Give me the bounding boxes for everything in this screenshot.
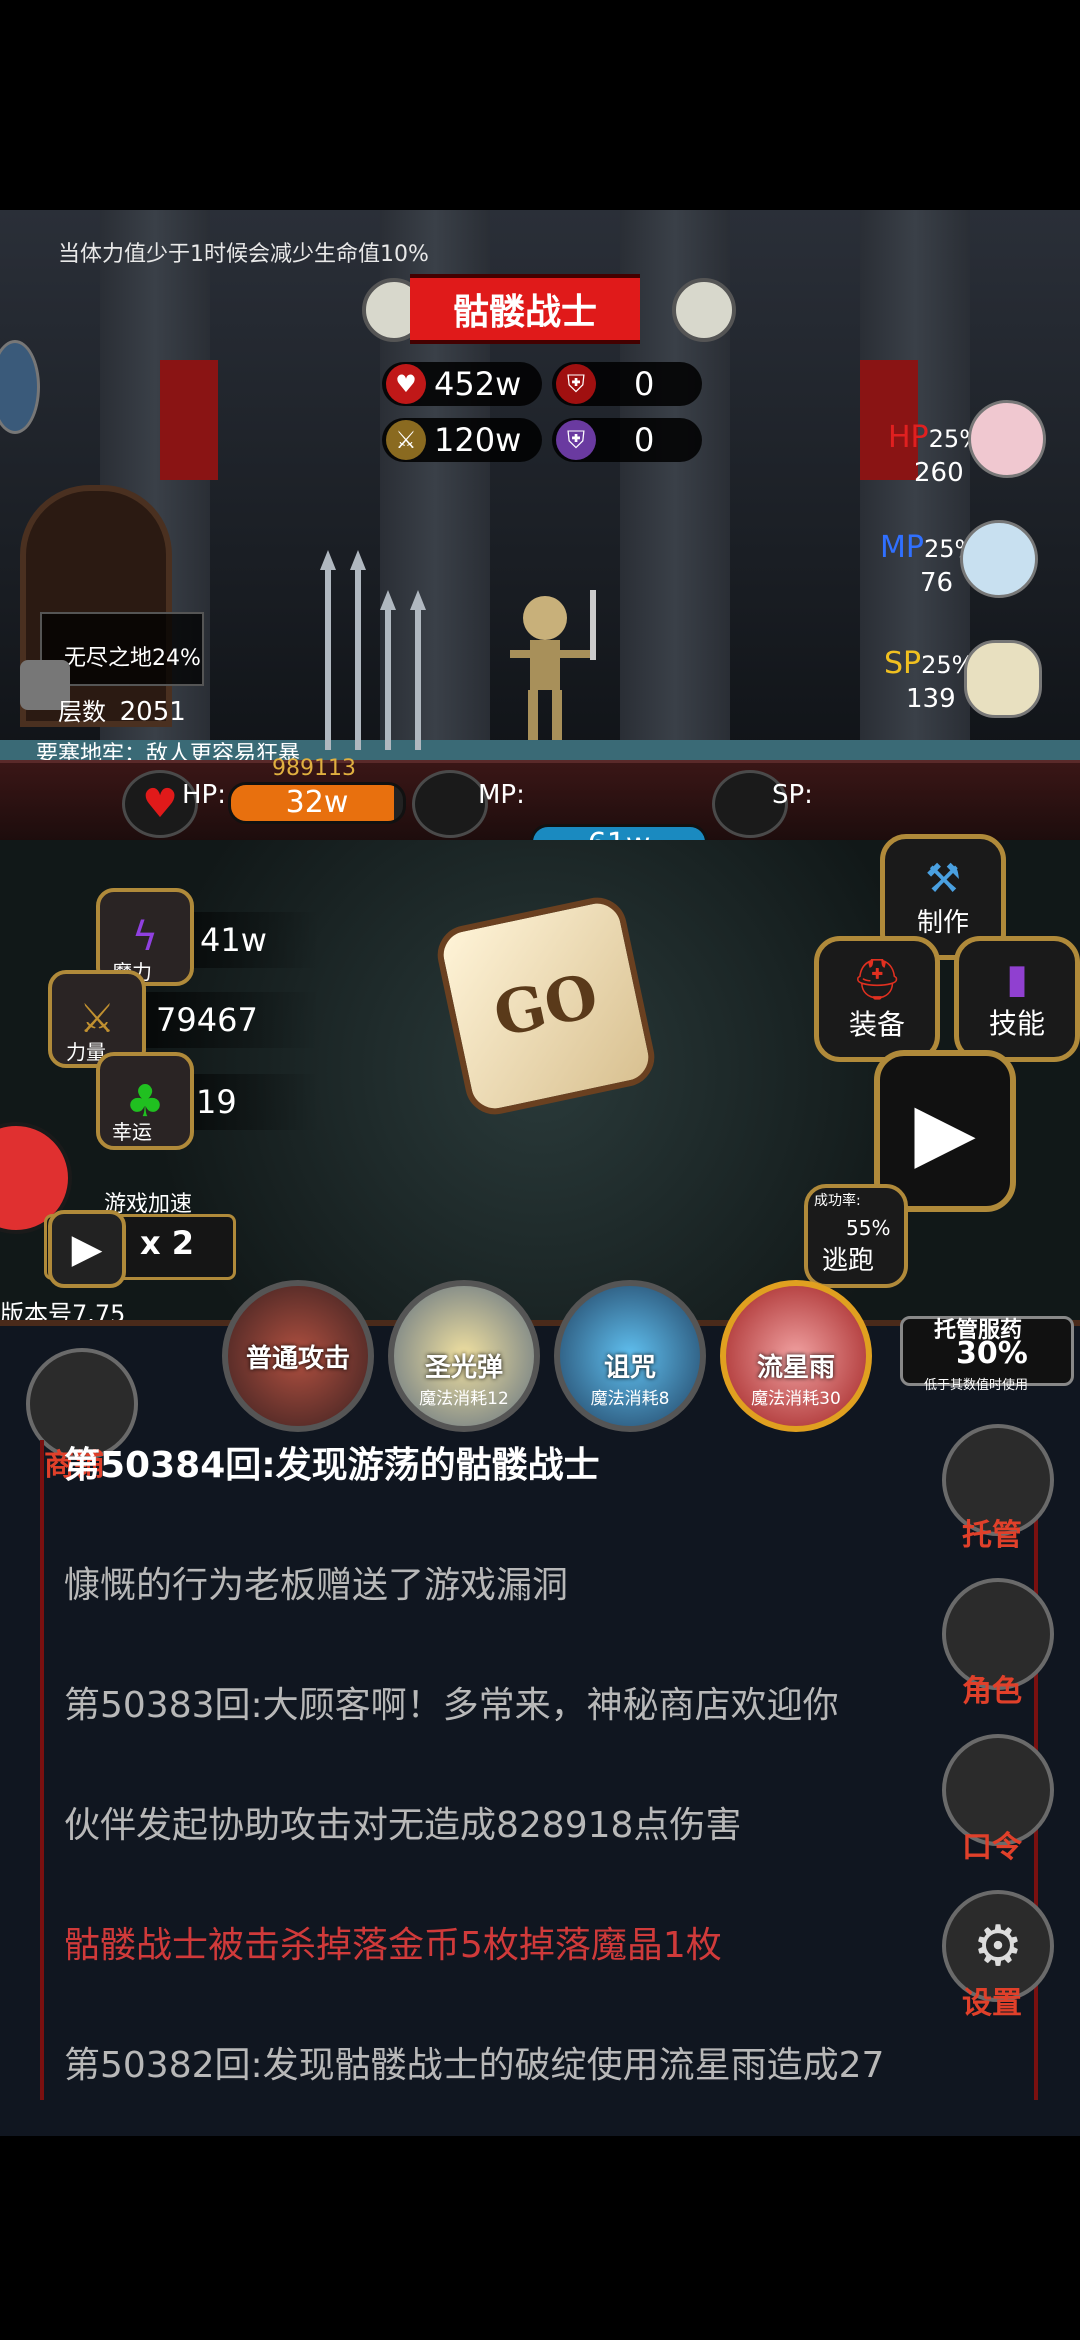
hp-potion-button[interactable] bbox=[968, 400, 1046, 478]
enemy-atk: ⚔ 120w bbox=[382, 418, 542, 462]
sp-label: SP: bbox=[772, 780, 813, 810]
speed-multiplier: x 2 bbox=[140, 1224, 195, 1262]
hp-potion-count: 260 bbox=[914, 458, 964, 488]
skill-normal-attack[interactable]: 普通攻击 bbox=[222, 1280, 374, 1432]
speed-play-icon: ▶ bbox=[48, 1210, 126, 1288]
sword-icon: ⚔ bbox=[386, 420, 426, 460]
floor-value: 2051 bbox=[119, 697, 186, 727]
hp-bar-value: 32w bbox=[285, 785, 349, 820]
skill-cost: 魔法消耗12 bbox=[419, 1389, 509, 1409]
skill-name: 诅咒 bbox=[603, 1353, 656, 1383]
sp-potion-count: 139 bbox=[906, 684, 956, 714]
equip-label: 装备 bbox=[848, 1007, 905, 1041]
hp-potion-label: HP bbox=[888, 420, 929, 455]
enemy-def: ⛨ 0 bbox=[552, 362, 702, 406]
log-line: 伙伴发起协助攻击对无造成828918点伤害 bbox=[64, 1805, 742, 1846]
zone-name: 无尽之地24% bbox=[64, 646, 201, 671]
spear-rack bbox=[320, 550, 426, 750]
skill-button[interactable]: ▮ 技能 bbox=[954, 936, 1080, 1062]
skill-meteor[interactable]: 流星雨 魔法消耗30 bbox=[720, 1280, 872, 1432]
skill-cost: 魔法消耗8 bbox=[590, 1389, 670, 1409]
play-icon: ▶ bbox=[914, 1084, 976, 1178]
sp-potion-info: SP25% 139 bbox=[884, 646, 974, 714]
skill-label: 技能 bbox=[988, 1007, 1045, 1040]
mp-potion-label: MP bbox=[880, 530, 924, 565]
mp-potion-button[interactable] bbox=[960, 520, 1038, 598]
skull-icon bbox=[672, 278, 736, 342]
luck-label: 幸运 bbox=[112, 1120, 152, 1144]
skill-holy-bolt[interactable]: 圣光弹 魔法消耗12 bbox=[388, 1280, 540, 1432]
skill-cost: 魔法消耗30 bbox=[751, 1389, 841, 1409]
skill-curse[interactable]: 诅咒 魔法消耗8 bbox=[554, 1280, 706, 1432]
anvil-icon: ⚒ bbox=[925, 855, 961, 902]
log-line: 第50382回:发现骷髅战士的破绽使用流星雨造成27 bbox=[64, 2045, 885, 2086]
craft-label: 制作 bbox=[916, 907, 969, 938]
sp-potion-label: SP bbox=[884, 646, 922, 681]
equip-button[interactable]: ⛑ 装备 bbox=[814, 936, 940, 1062]
enemy-hp-value: 452w bbox=[434, 365, 522, 403]
mp-potion-count: 76 bbox=[920, 568, 954, 598]
enemy-atk-value: 120w bbox=[434, 421, 522, 459]
code-label: 口令 bbox=[962, 1830, 1022, 1865]
auto-potion-note: 低于其数值时使用 bbox=[924, 1378, 1029, 1393]
shield-icon: ⛨ bbox=[556, 364, 596, 404]
floor-label: 层数 bbox=[58, 698, 106, 726]
dice-go-button[interactable]: GO bbox=[432, 892, 660, 1120]
enemy-name: 骷髅战士 bbox=[410, 274, 640, 344]
mp-icon bbox=[412, 770, 488, 838]
escape-rate: 55% bbox=[846, 1216, 891, 1240]
luck-stat-value: 19 bbox=[196, 1083, 237, 1121]
auto-label: 托管 bbox=[962, 1518, 1022, 1553]
enemy-mdef-value: 0 bbox=[634, 421, 655, 459]
floor-count: 层数 2051 bbox=[58, 692, 186, 727]
battle-log: 第50384回:发现游荡的骷髅战士 慷慨的行为老板赠送了游戏漏洞第50383回:大… bbox=[40, 1440, 1038, 2100]
dice-label: GO bbox=[488, 961, 604, 1051]
log-lines: 第50384回:发现游荡的骷髅战士 慷慨的行为老板赠送了游戏漏洞第50383回:大… bbox=[44, 1440, 1034, 2100]
sp-potion-button[interactable] bbox=[964, 640, 1042, 718]
enemy-mdef: ⛨ 0 bbox=[552, 418, 702, 462]
heart-icon: ♥ bbox=[386, 364, 426, 404]
escape-rate-label: 成功率: bbox=[814, 1193, 861, 1209]
enemy-def-value: 0 bbox=[634, 365, 655, 403]
magic-shield-icon: ⛨ bbox=[556, 420, 596, 460]
skeleton-warrior-sprite bbox=[510, 590, 596, 740]
log-line: 骷髅战士被击杀掉落金币5枚掉落魔晶1枚 bbox=[64, 1925, 722, 1966]
hp-bar: 32w bbox=[228, 782, 406, 824]
character-label: 角色 bbox=[962, 1674, 1022, 1709]
hint-text: 当体力值少于1时候会减少生命值10% bbox=[58, 242, 429, 267]
log-line: 第50383回:大顾客啊！多常来，神秘商店欢迎你 bbox=[64, 1685, 839, 1726]
red-banner bbox=[160, 360, 218, 480]
hp-label: HP: bbox=[182, 780, 226, 810]
escape-label: 逃跑 bbox=[822, 1246, 875, 1276]
skill-name: 普通攻击 bbox=[245, 1343, 350, 1374]
helmet-icon: ⛑ bbox=[851, 956, 903, 1003]
magic-stat-value: 41w bbox=[200, 921, 267, 959]
hp-max: 989113 bbox=[272, 756, 356, 781]
auto-potion-pct: 30% bbox=[956, 1336, 1028, 1371]
skill-name: 圣光弹 bbox=[424, 1353, 503, 1383]
log-line: 第50384回:发现游荡的骷髅战士 bbox=[64, 1445, 600, 1486]
settings-label: 设置 bbox=[962, 1986, 1022, 2021]
log-line: 慷慨的行为老板赠送了游戏漏洞 bbox=[64, 1565, 569, 1606]
enemy-hp: ♥ 452w bbox=[382, 362, 542, 406]
strength-stat-value: 79467 bbox=[156, 1001, 258, 1039]
spellbook-icon: ▮ bbox=[1005, 956, 1028, 1002]
mp-label: MP: bbox=[478, 780, 525, 810]
skill-name: 流星雨 bbox=[756, 1353, 835, 1383]
